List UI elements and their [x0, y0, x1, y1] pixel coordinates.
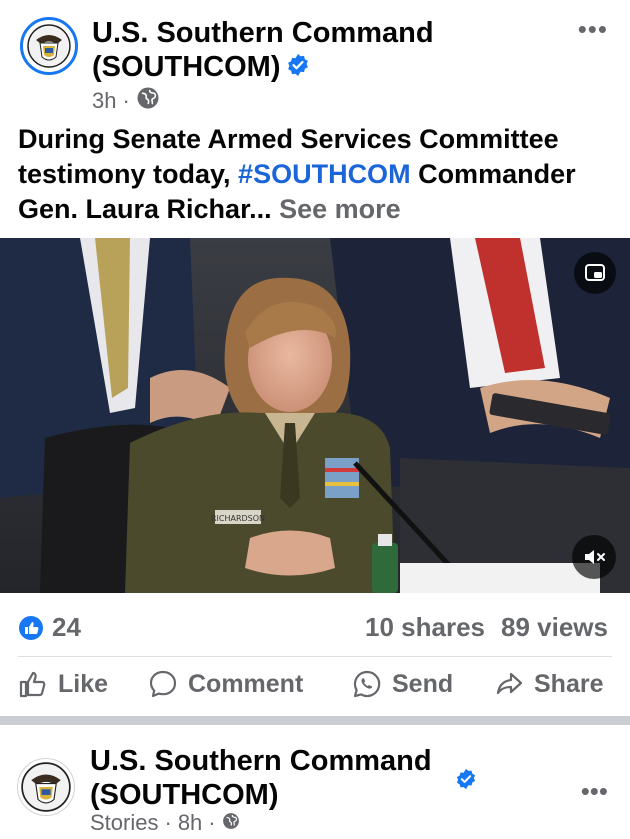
comment-button[interactable]: Comment: [148, 669, 303, 699]
post-video[interactable]: RICHARDSON: [0, 238, 630, 593]
post-author[interactable]: U.S. Southern Command (SOUTHCOM): [92, 16, 532, 85]
divider: [18, 656, 612, 657]
southcom-seal-icon: [27, 24, 71, 68]
post-time[interactable]: 3h: [92, 88, 116, 114]
comment-label: Comment: [188, 669, 304, 698]
post-caption: During Senate Armed Services Committee t…: [18, 122, 618, 227]
share-arrow-icon: [496, 672, 523, 695]
video-frame-image: RICHARDSON: [0, 238, 630, 593]
next-post-author[interactable]: U.S. Southern Command (SOUTHCOM): [90, 744, 510, 812]
picture-in-picture-button[interactable]: [574, 252, 616, 294]
post-actions: Like Comment Send Share: [0, 663, 630, 709]
next-post-avatar[interactable]: [17, 758, 75, 816]
mute-button[interactable]: [572, 535, 616, 579]
post-stats: 24 10 shares 89 views: [0, 604, 630, 648]
engagement-counts: 10 shares 89 views: [365, 612, 608, 643]
reactions-count: 24: [52, 612, 81, 642]
share-button[interactable]: Share: [494, 669, 603, 699]
comment-bubble-icon: [149, 670, 177, 698]
verified-badge-icon: [455, 768, 477, 795]
meta-dot: ·: [122, 88, 130, 113]
reactions-summary[interactable]: 24: [18, 612, 81, 643]
see-more-link[interactable]: See more: [279, 194, 401, 224]
nameplate-text: RICHARDSON: [211, 514, 265, 523]
send-button[interactable]: Send: [352, 669, 453, 699]
southcom-seal-icon: [21, 762, 71, 812]
like-button[interactable]: Like: [18, 669, 108, 699]
whatsapp-send-icon: [353, 670, 381, 698]
next-post-options-button[interactable]: •••: [581, 778, 608, 804]
post-meta: 3h ·: [92, 86, 160, 116]
page-avatar[interactable]: [20, 17, 78, 75]
post-options-button[interactable]: •••: [578, 16, 608, 42]
post-header: U.S. Southern Command (SOUTHCOM) 3h · ••…: [0, 0, 630, 120]
meta-dot: ·: [208, 810, 216, 835]
like-reaction-icon: [19, 615, 43, 640]
post-author-name[interactable]: U.S. Southern Command (SOUTHCOM): [92, 17, 434, 83]
like-label: Like: [58, 669, 109, 698]
hashtag-link[interactable]: #SOUTHCOM: [238, 159, 411, 189]
feed-separator: [0, 716, 630, 725]
thumbs-up-icon: [19, 671, 46, 698]
views-count: 89 views: [501, 612, 608, 642]
next-post-time[interactable]: 8h: [178, 810, 202, 836]
next-post-source[interactable]: Stories: [90, 810, 158, 836]
picture-in-picture-icon: [585, 264, 605, 281]
shares-count[interactable]: 10 shares: [365, 612, 485, 643]
globe-icon: [136, 86, 160, 116]
verified-badge-icon: [286, 51, 310, 85]
next-post-meta: Stories · 8h ·: [90, 810, 240, 836]
send-label: Send: [392, 669, 454, 698]
globe-icon: [222, 810, 240, 836]
share-label: Share: [534, 669, 604, 698]
mute-icon: [585, 550, 605, 564]
meta-dot: ·: [164, 810, 172, 835]
